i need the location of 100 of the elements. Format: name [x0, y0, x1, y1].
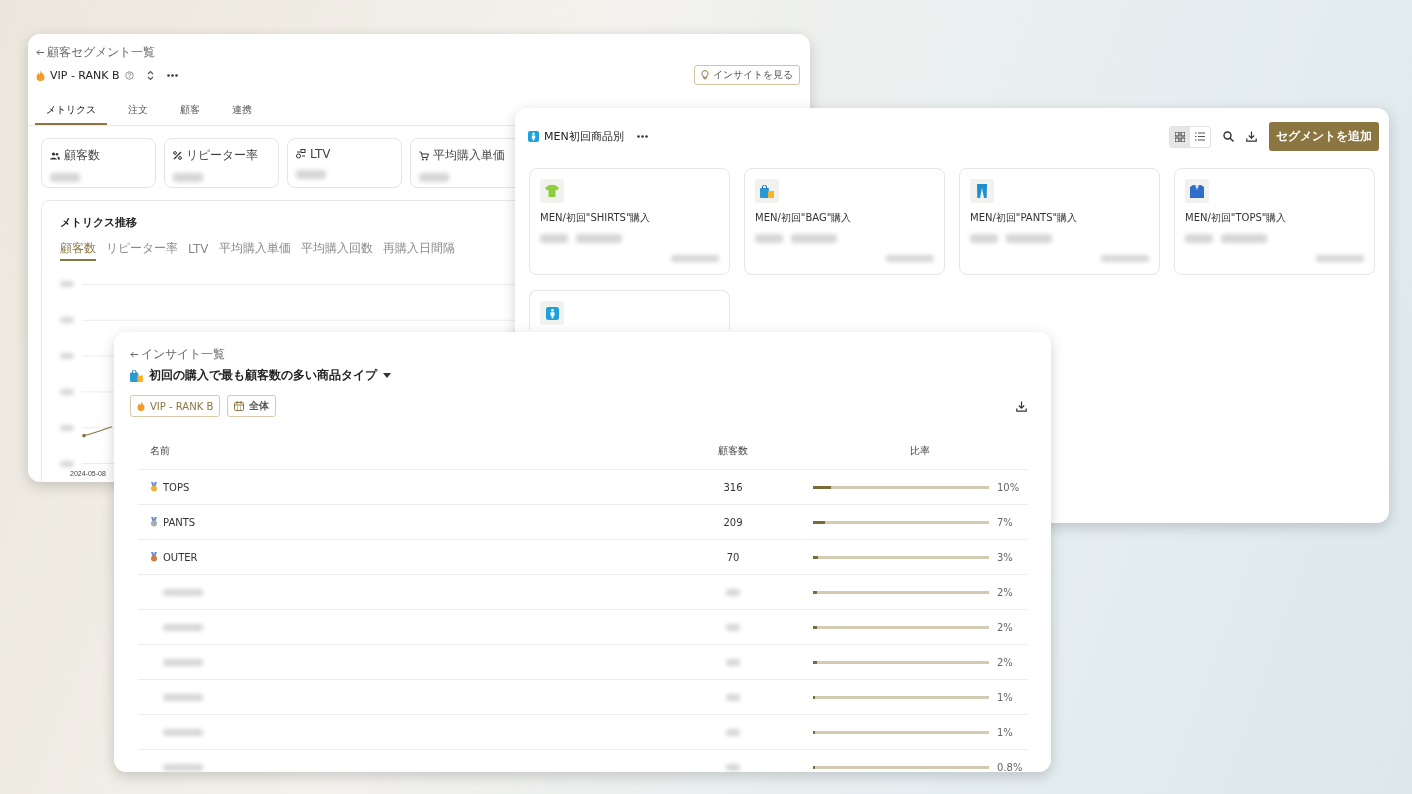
- sort-icon[interactable]: [146, 69, 154, 81]
- trend-line: [82, 426, 113, 438]
- blurred-value: [540, 234, 568, 243]
- table-cell: 1%: [997, 726, 1013, 738]
- arrow-left-icon[interactable]: [130, 351, 138, 358]
- list-icon: [1195, 132, 1205, 141]
- blurred-value: [726, 623, 740, 631]
- grid-view-button[interactable]: [1170, 126, 1190, 147]
- column-header: 名前: [149, 444, 171, 458]
- table-cell: PANTS: [163, 516, 196, 528]
- blurred-value: [163, 728, 203, 736]
- blurred-value: [419, 173, 449, 182]
- medal-icon: [150, 482, 158, 492]
- blurred-value: [1316, 255, 1364, 262]
- tab[interactable]: メトリクス: [35, 99, 107, 125]
- blurred-value: [886, 255, 934, 262]
- blurred-value: [1006, 234, 1052, 243]
- segment-card[interactable]: MEN/初回"PANTS"購入: [959, 168, 1160, 275]
- insight-title: 初回の購入で最も顧客数の多い商品タイプ: [149, 367, 377, 384]
- blurred-value: [60, 461, 74, 467]
- blurred-value: [60, 281, 74, 287]
- blurred-value: [726, 658, 740, 666]
- table-cell: 7%: [997, 516, 1013, 528]
- percent-icon: [173, 151, 182, 160]
- blurred-value: [671, 255, 719, 262]
- more-icon[interactable]: [636, 135, 648, 138]
- tab[interactable]: 顧客: [169, 99, 211, 125]
- column-header: 顧客数: [717, 444, 749, 458]
- calendar-icon: [234, 401, 245, 411]
- segment-card[interactable]: MEN/初回"BAG"購入: [744, 168, 945, 275]
- search-icon[interactable]: [1223, 131, 1234, 142]
- view-insight-button[interactable]: インサイトを見る: [694, 65, 800, 85]
- blurred-value: [726, 728, 740, 736]
- blurred-value: [163, 588, 203, 596]
- person-icon: [545, 306, 559, 320]
- chart-tab[interactable]: 平均購入単価: [218, 240, 291, 261]
- segment-card-title: MEN/初回"PANTS"購入: [970, 211, 1079, 225]
- blurred-value: [1101, 255, 1149, 262]
- blurred-value: [755, 234, 783, 243]
- jacket-icon: [1190, 184, 1204, 198]
- pants-icon: [977, 184, 987, 198]
- blurred-value: [173, 173, 203, 182]
- blurred-value: [1185, 234, 1213, 243]
- segment-card[interactable]: MEN/初回"TOPS"購入: [1174, 168, 1375, 275]
- chart-tab[interactable]: 再購入日間隔: [382, 240, 455, 261]
- table-cell: 2%: [997, 586, 1013, 598]
- blurred-value: [970, 234, 998, 243]
- shirt-icon: [545, 185, 559, 197]
- blurred-value: [296, 170, 326, 179]
- flame-icon: [137, 401, 145, 411]
- back-link[interactable]: インサイト一覧: [141, 346, 225, 363]
- blurred-value: [60, 389, 74, 395]
- segment-title: VIP - RANK B: [50, 68, 120, 82]
- table-cell: 2%: [997, 656, 1013, 668]
- segment-card[interactable]: MEN/初回"SHIRTS"購入: [529, 168, 730, 275]
- period-chip[interactable]: 全体: [227, 395, 277, 417]
- blurred-value: [163, 658, 203, 666]
- chart-tab[interactable]: 平均購入回数: [300, 240, 373, 261]
- blurred-value: [791, 234, 837, 243]
- download-icon[interactable]: [1016, 400, 1027, 412]
- help-icon[interactable]: [124, 70, 134, 80]
- segment-card-title: MEN/初回"TOPS"購入: [1185, 211, 1288, 225]
- blurred-value: [726, 693, 740, 701]
- table-cell: 0.8%: [997, 761, 1023, 772]
- medal-icon: [150, 552, 158, 562]
- add-segment-button[interactable]: セグメントを追加: [1269, 122, 1379, 151]
- table-cell: 1%: [997, 691, 1013, 703]
- table-cell: TOPS: [163, 481, 190, 493]
- cart-icon: [419, 150, 429, 161]
- group-title: MEN初回商品別: [544, 129, 624, 144]
- metric-label: リピーター率: [186, 147, 258, 164]
- exchange-icon: [296, 149, 306, 159]
- blurred-value: [1221, 234, 1267, 243]
- arrow-left-icon[interactable]: [36, 49, 44, 56]
- chart-tab[interactable]: 顧客数: [60, 240, 96, 261]
- people-icon: [50, 151, 60, 160]
- table-cell: 316: [723, 481, 743, 493]
- blurred-value: [726, 588, 740, 596]
- medal-icon: [150, 517, 158, 527]
- chart-tab[interactable]: LTV: [188, 240, 209, 261]
- blurred-value: [60, 425, 74, 431]
- chart-tab[interactable]: リピーター率: [106, 240, 178, 261]
- segment-chip[interactable]: VIP - RANK B: [130, 395, 221, 417]
- download-icon[interactable]: [1246, 131, 1257, 142]
- back-link[interactable]: 顧客セグメント一覧: [47, 44, 155, 61]
- tab[interactable]: 注文: [117, 99, 159, 125]
- blurred-value: [163, 623, 203, 631]
- metric-label: LTV: [310, 147, 331, 161]
- shopping-bag-icon: [130, 369, 143, 382]
- blurred-value: [163, 763, 203, 771]
- blurred-value: [163, 693, 203, 701]
- caret-icon[interactable]: [383, 373, 391, 378]
- tab[interactable]: 連携: [221, 99, 263, 125]
- table-cell: 70: [726, 551, 740, 563]
- more-icon[interactable]: [166, 73, 178, 77]
- table-cell: 209: [723, 516, 743, 528]
- chart-title: メトリクス推移: [60, 215, 137, 230]
- column-header: 比率: [909, 444, 931, 458]
- blurred-value: [60, 353, 74, 359]
- lightbulb-icon: [701, 70, 709, 80]
